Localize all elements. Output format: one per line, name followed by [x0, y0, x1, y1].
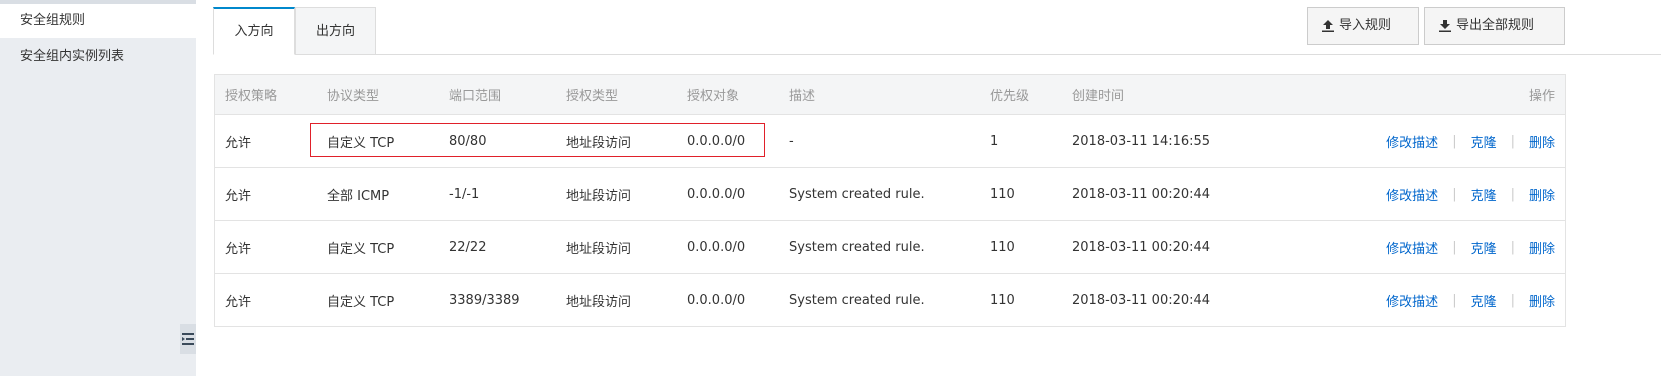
row-actions: 修改描述 | 克隆 | 删除	[1386, 168, 1555, 220]
clone-link[interactable]: 克隆	[1471, 291, 1497, 310]
sidebar-item-label: 安全组规则	[20, 13, 86, 28]
export-all-rules-label: 导出全部规则	[1456, 18, 1535, 33]
cell-policy: 允许	[225, 135, 252, 151]
cell-created-time: 2018-03-11 00:20:44	[1072, 186, 1211, 202]
tabs-divider	[376, 54, 1661, 55]
row-actions: 修改描述 | 克隆 | 删除	[1386, 221, 1555, 273]
cell-priority: 1	[990, 133, 999, 149]
import-rules-button[interactable]: 导入规则	[1307, 7, 1419, 45]
header-description: 描述	[789, 89, 816, 104]
cell-auth-target: 0.0.0.0/0	[687, 292, 746, 308]
action-separator: |	[1452, 239, 1457, 255]
cell-protocol: 自定义 TCP	[327, 294, 395, 310]
clone-link[interactable]: 克隆	[1471, 238, 1497, 257]
cell-created-time: 2018-03-11 00:20:44	[1072, 239, 1211, 255]
table-row: 允许 自定义 TCP 3389/3389 地址段访问 0.0.0.0/0 Sys…	[215, 274, 1565, 327]
cell-auth-type: 地址段访问	[566, 294, 632, 310]
cell-created-time: 2018-03-11 00:20:44	[1072, 292, 1211, 308]
delete-link[interactable]: 删除	[1529, 238, 1555, 257]
import-rules-label: 导入规则	[1339, 18, 1392, 33]
collapse-sidebar-icon	[182, 332, 194, 346]
cell-priority: 110	[990, 186, 1015, 202]
cell-protocol: 自定义 TCP	[327, 241, 395, 257]
cell-description: System created rule.	[789, 186, 925, 202]
cell-description: -	[789, 133, 794, 149]
cell-priority: 110	[990, 239, 1015, 255]
security-rules-table: 授权策略 协议类型 端口范围 授权类型 授权对象 描述 优先级 创建时间 操作 …	[214, 74, 1566, 327]
cell-auth-target: 0.0.0.0/0	[687, 186, 746, 202]
cell-protocol: 全部 ICMP	[327, 188, 390, 204]
export-all-rules-button[interactable]: 导出全部规则	[1424, 7, 1565, 45]
header-created-time: 创建时间	[1072, 89, 1125, 104]
tab-label: 出方向	[315, 24, 355, 39]
cell-port-range: -1/-1	[449, 186, 480, 202]
action-separator: |	[1510, 186, 1515, 202]
row-actions: 修改描述 | 克隆 | 删除	[1386, 274, 1555, 326]
table-row: 允许 全部 ICMP -1/-1 地址段访问 0.0.0.0/0 System …	[215, 168, 1565, 221]
header-priority: 优先级	[990, 89, 1030, 104]
action-separator: |	[1452, 186, 1457, 202]
delete-link[interactable]: 删除	[1529, 132, 1555, 151]
cell-created-time: 2018-03-11 14:16:55	[1072, 133, 1211, 149]
edit-description-link[interactable]: 修改描述	[1386, 185, 1438, 204]
tab-label: 入方向	[234, 24, 274, 39]
header-auth-type: 授权类型	[566, 89, 619, 104]
action-separator: |	[1510, 133, 1515, 149]
edit-description-link[interactable]: 修改描述	[1386, 291, 1438, 310]
cell-port-range: 3389/3389	[449, 292, 520, 308]
row-actions: 修改描述 | 克隆 | 删除	[1386, 115, 1555, 167]
header-actions: 操作	[1528, 89, 1555, 104]
action-separator: |	[1510, 292, 1515, 308]
cell-policy: 允许	[225, 294, 252, 310]
cell-auth-target: 0.0.0.0/0	[687, 133, 746, 149]
action-separator: |	[1452, 292, 1457, 308]
sidebar: 安全组规则 安全组内实例列表	[0, 0, 196, 376]
cell-priority: 110	[990, 292, 1015, 308]
cell-auth-target: 0.0.0.0/0	[687, 239, 746, 255]
cell-auth-type: 地址段访问	[566, 135, 632, 151]
header-port-range: 端口范围	[449, 89, 502, 104]
download-icon	[1439, 20, 1451, 32]
delete-link[interactable]: 删除	[1529, 185, 1555, 204]
cell-policy: 允许	[225, 241, 252, 257]
header-auth-target: 授权对象	[687, 89, 740, 104]
clone-link[interactable]: 克隆	[1471, 132, 1497, 151]
table-header-row: 授权策略 协议类型 端口范围 授权类型 授权对象 描述 优先级 创建时间 操作	[215, 75, 1565, 115]
tab-outbound[interactable]: 出方向	[295, 7, 376, 55]
sidebar-item-security-group-rules[interactable]: 安全组规则	[0, 4, 196, 38]
cell-auth-type: 地址段访问	[566, 188, 632, 204]
edit-description-link[interactable]: 修改描述	[1386, 238, 1438, 257]
cell-port-range: 80/80	[449, 133, 487, 149]
tab-inbound[interactable]: 入方向	[213, 7, 295, 55]
cell-auth-type: 地址段访问	[566, 241, 632, 257]
table-row: 允许 自定义 TCP 22/22 地址段访问 0.0.0.0/0 System …	[215, 221, 1565, 274]
edit-description-link[interactable]: 修改描述	[1386, 132, 1438, 151]
cell-description: System created rule.	[789, 239, 925, 255]
action-separator: |	[1510, 239, 1515, 255]
cell-port-range: 22/22	[449, 239, 487, 255]
delete-link[interactable]: 删除	[1529, 291, 1555, 310]
sidebar-item-label: 安全组内实例列表	[20, 49, 125, 64]
sidebar-item-instance-list[interactable]: 安全组内实例列表	[0, 40, 196, 74]
header-protocol: 协议类型	[327, 89, 380, 104]
clone-link[interactable]: 克隆	[1471, 185, 1497, 204]
collapse-sidebar-button[interactable]	[180, 324, 196, 354]
table-row: 允许 自定义 TCP 80/80 地址段访问 0.0.0.0/0 - 1 201…	[215, 115, 1565, 168]
cell-protocol: 自定义 TCP	[327, 135, 395, 151]
cell-policy: 允许	[225, 188, 252, 204]
cell-description: System created rule.	[789, 292, 925, 308]
upload-icon	[1322, 20, 1334, 32]
action-separator: |	[1452, 133, 1457, 149]
header-policy: 授权策略	[225, 89, 278, 104]
